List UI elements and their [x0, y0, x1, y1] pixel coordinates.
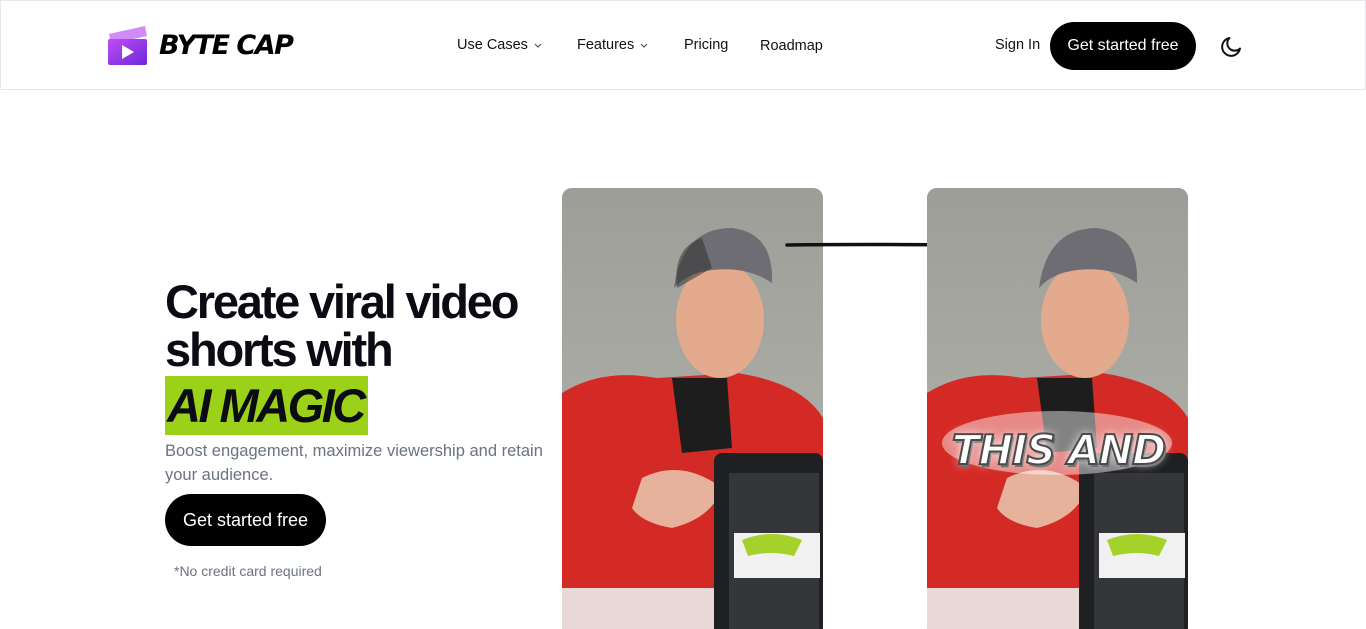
site-header: BYTE CAP Use Cases Features Pricing Road… — [0, 0, 1366, 90]
nav-features-label: Features — [577, 37, 635, 53]
no-credit-card-note: *No credit card required — [174, 563, 322, 579]
nav-roadmap[interactable]: Roadmap — [760, 38, 823, 54]
hero-title: Create viral video shorts with — [165, 275, 519, 376]
nav-roadmap-label: Roadmap — [760, 38, 823, 54]
sign-in-link[interactable]: Sign In — [995, 37, 1040, 53]
nav-features[interactable]: Features — [577, 37, 649, 53]
header-get-started-button[interactable]: Get started free — [1050, 22, 1196, 70]
nav-use-cases[interactable]: Use Cases — [457, 37, 543, 53]
nav-pricing-label: Pricing — [684, 37, 729, 53]
nav-pricing[interactable]: Pricing — [684, 37, 728, 53]
hero-highlight: AI MAGIC — [165, 376, 368, 435]
video-caption: THIS AND — [951, 426, 1167, 474]
video-after: THIS AND — [927, 188, 1188, 629]
moon-icon[interactable] — [1218, 32, 1246, 60]
chevron-down-icon — [534, 43, 542, 48]
chevron-down-icon — [640, 43, 648, 48]
video-after-frame — [927, 188, 1188, 629]
hero-subtitle: Boost engagement, maximize viewership an… — [165, 442, 543, 484]
hero-get-started-button[interactable]: Get started free — [165, 494, 326, 546]
nav-use-cases-label: Use Cases — [457, 37, 528, 53]
